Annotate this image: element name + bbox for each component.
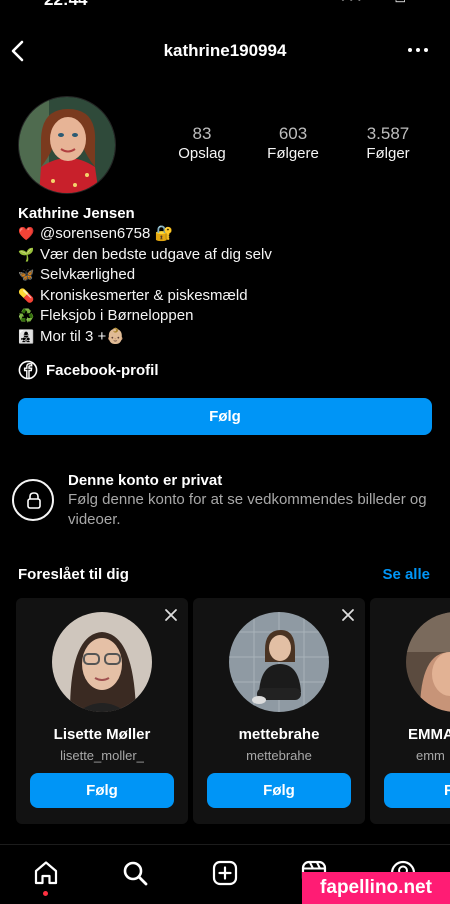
suggestions-header: Foreslået til dig Se alle — [18, 564, 432, 586]
lock-icon — [12, 479, 54, 521]
stat-following-count: 3.587 — [366, 124, 410, 143]
family-icon: 👩‍👧‍👦 — [18, 328, 35, 344]
nav-home[interactable] — [32, 859, 62, 896]
suggestion-card[interactable]: mettebrahe mettebrahe Følg — [193, 598, 365, 824]
status-icons: ••• ◠ ▭ — [341, 0, 410, 6]
profile-name: Kathrine Jensen — [18, 205, 135, 222]
avatar-portrait-icon — [19, 97, 115, 193]
bio-text: Kroniskesmerter & piskesmæld — [40, 286, 248, 304]
butterfly-icon: 🦋 — [18, 267, 35, 283]
status-bar: 22:44 ••• ◠ ▭ — [0, 0, 450, 12]
facebook-icon — [18, 360, 38, 380]
private-title: Denne konto er privat — [68, 472, 223, 489]
suggestion-name: EMMA — [408, 726, 450, 743]
bio-line: ♻️ Fleksjob i Børneloppen — [18, 306, 438, 327]
bio-line: 🌱 Vær den bedste udgave af dig selv — [18, 245, 438, 266]
pill-icon: 💊 — [18, 287, 35, 303]
nav-create[interactable] — [211, 859, 241, 889]
seedling-icon: 🌱 — [18, 246, 35, 262]
create-icon — [212, 860, 238, 886]
suggestion-name: Lisette Møller — [53, 726, 151, 743]
search-icon — [123, 861, 148, 886]
private-description: Følg denne konto for at se vedkommendes … — [68, 491, 427, 528]
suggestion-follow-button[interactable]: Fø — [384, 773, 450, 808]
stat-posts-label: Opslag — [178, 145, 226, 162]
close-icon[interactable] — [164, 608, 178, 622]
bio-line: 👩‍👧‍👦 Mor til 3 +👶🏼 — [18, 327, 438, 348]
nav-search[interactable] — [121, 859, 151, 889]
bio-mention[interactable]: @sorensen6758 🔐 — [40, 225, 173, 242]
profile-bio: Kathrine Jensen ❤️ @sorensen6758 🔐 🌱 Vær d… — [18, 204, 438, 348]
suggestion-card[interactable]: Lisette Møller lisette_moller_ Følg — [16, 598, 188, 824]
stat-followers-label: Følgere — [267, 145, 319, 162]
avatar-portrait-icon — [52, 612, 152, 712]
bio-text: Fleksjob i Børneloppen — [40, 307, 194, 325]
stat-followers-count: 603 — [278, 124, 308, 143]
stat-following[interactable]: 3.587 Følger — [343, 124, 433, 164]
page-title: kathrine190994 — [163, 41, 287, 60]
recycle-icon: ♻️ — [18, 308, 35, 324]
stat-followers[interactable]: 603 Følgere — [248, 124, 338, 164]
suggestion-name: mettebrahe — [238, 726, 320, 743]
bio-line: ❤️ @sorensen6758 🔐 — [18, 224, 438, 245]
stat-posts[interactable]: 83 Opslag — [157, 124, 247, 164]
status-time: 22:44 — [44, 0, 87, 10]
stat-following-label: Følger — [366, 145, 410, 162]
facebook-profile-label: Facebook-profil — [46, 361, 159, 379]
avatar[interactable] — [229, 612, 329, 712]
suggestion-username: emm — [416, 748, 445, 763]
avatar-portrait-icon — [406, 612, 450, 712]
profile-header: kathrine190994 — [0, 30, 450, 74]
stat-posts-count: 83 — [192, 124, 212, 143]
suggestion-username: lisette_moller_ — [60, 748, 144, 763]
suggestion-follow-button[interactable]: Følg — [30, 773, 174, 808]
watermark: fapellino.net — [302, 872, 450, 904]
see-all-link[interactable]: Se alle — [382, 566, 430, 583]
facebook-profile-link[interactable]: Facebook-profil — [18, 359, 159, 381]
close-icon[interactable] — [341, 608, 355, 622]
bio-text: Selvkærlighed — [40, 266, 136, 284]
more-options-button[interactable] — [406, 40, 430, 60]
notification-dot — [43, 891, 48, 896]
avatar-portrait-icon — [229, 612, 329, 712]
heart-icon: ❤️ — [18, 226, 35, 241]
suggestion-username: mettebrahe — [246, 748, 312, 763]
suggestions-title: Foreslået til dig — [18, 566, 129, 583]
follow-button[interactable]: Følg — [18, 398, 432, 435]
bio-text: Vær den bedste udgave af dig selv — [40, 245, 272, 263]
profile-stats: 83 Opslag 603 Følgere 3.587 Følger — [160, 124, 440, 168]
more-dots-icon — [408, 48, 428, 52]
bio-text: Mor til 3 +👶🏼 — [40, 327, 125, 345]
suggestion-cards: Lisette Møller lisette_moller_ Følg mett… — [16, 598, 450, 824]
home-icon — [34, 861, 58, 885]
bio-line: 💊 Kroniskesmerter & piskesmæld — [18, 286, 438, 307]
suggestion-follow-button[interactable]: Følg — [207, 773, 351, 808]
avatar[interactable] — [406, 612, 450, 712]
profile-avatar[interactable] — [18, 96, 116, 194]
suggestion-card[interactable]: EMMA emm Fø — [370, 598, 450, 824]
bio-line: 🦋 Selvkærlighed — [18, 265, 438, 286]
avatar[interactable] — [52, 612, 152, 712]
private-account-notice: Denne konto er privat Følg denne konto f… — [12, 470, 442, 530]
